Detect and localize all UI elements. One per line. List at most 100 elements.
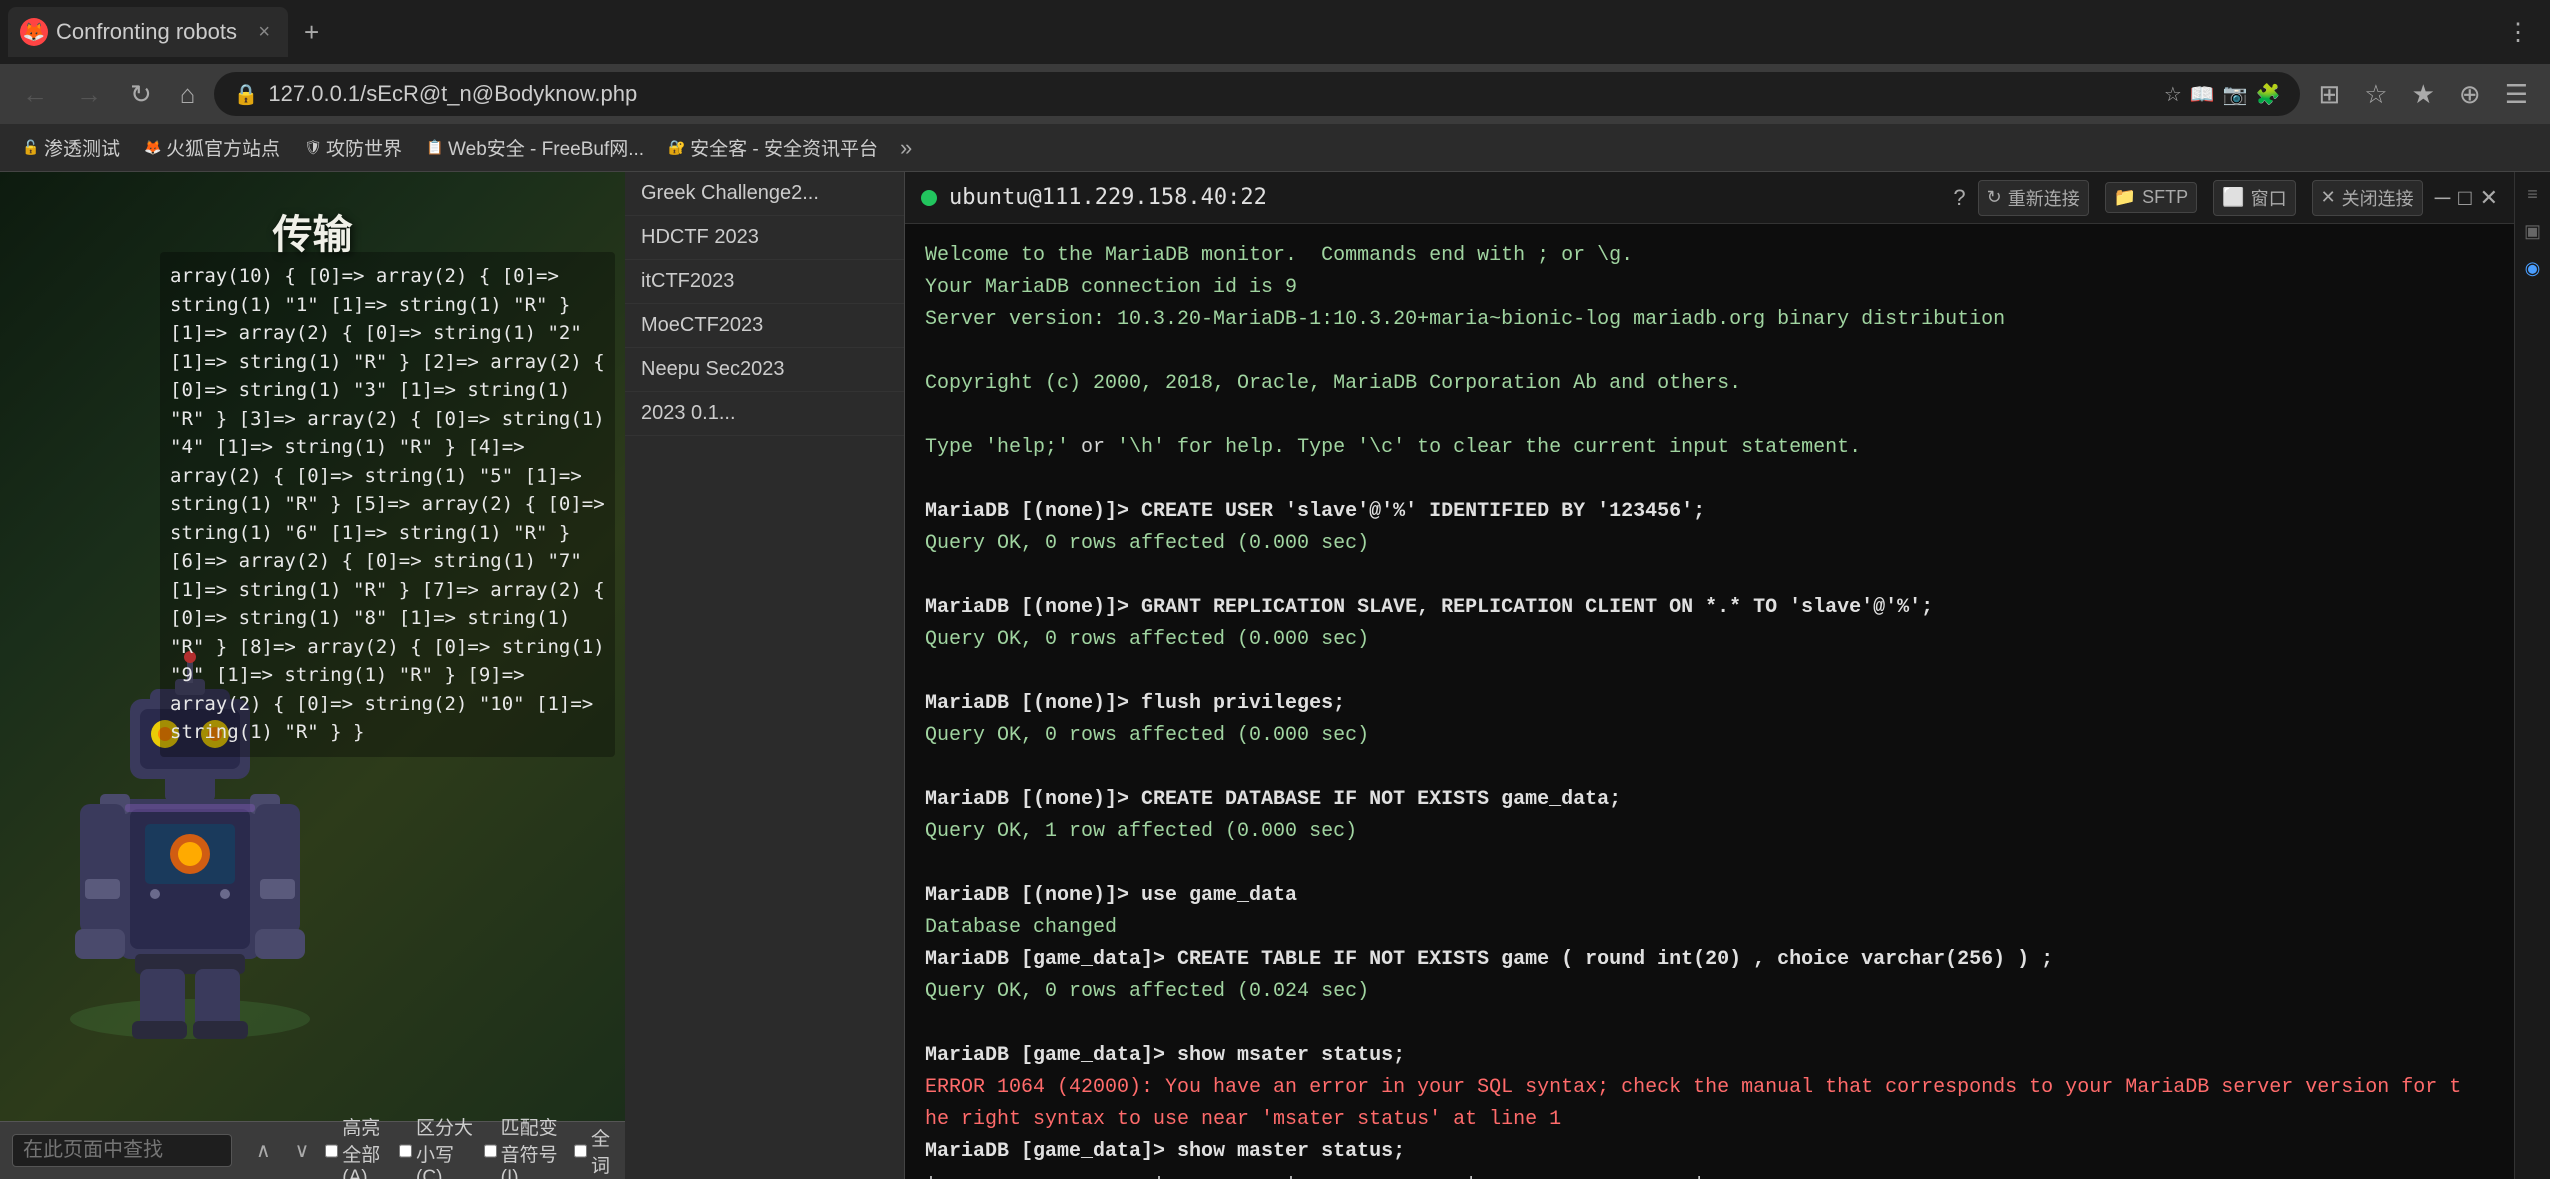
terminal-line: MariaDB [game_data]> show master status; <box>925 1136 2494 1168</box>
terminal-line <box>925 1008 2494 1040</box>
terminal-sftp-button[interactable]: 📁 SFTP <box>2105 182 2197 213</box>
terminal-line: Server version: 10.3.20-MariaDB-1:10.3.2… <box>925 304 2494 336</box>
forward-button[interactable]: → <box>66 73 112 116</box>
maximize-icon[interactable]: □ <box>2458 185 2471 211</box>
sidebar-bookmarks: Greek Challenge2... HDCTF 2023 itCTF2023… <box>625 172 905 1179</box>
nav-icon-3[interactable]: ★ <box>2402 73 2445 116</box>
address-bar[interactable]: 🔒 127.0.0.1/sEcR@t_n@Bodyknow.php ☆ 📖 📷 … <box>214 72 2301 116</box>
bookmark-favicon-5: 🔐 <box>668 139 686 157</box>
sidebar-item-moectf[interactable]: MoeCTF2023 <box>625 304 904 348</box>
nav-icon-4[interactable]: ⊕ <box>2449 73 2491 116</box>
terminal-line: ERROR 1064 (42000): You have an error in… <box>925 1072 2494 1104</box>
tab-bar: 🦊 Confronting robots × + ⋮ <box>0 0 2550 64</box>
terminal-help-icon[interactable]: ? <box>1953 185 1965 211</box>
find-next-button[interactable]: ∨ <box>287 1136 318 1165</box>
tab-menu-button[interactable]: ⋮ <box>2494 14 2542 51</box>
terminal-line <box>925 400 2494 432</box>
address-text: 127.0.0.1/sEcR@t_n@Bodyknow.php <box>268 81 2153 107</box>
bookmark-favicon-1: 🔓 <box>22 139 40 157</box>
far-right-btn-1[interactable]: ≡ <box>2523 180 2542 209</box>
terminal-line: Query OK, 0 rows affected (0.024 sec) <box>925 976 2494 1008</box>
terminal-line: MariaDB [(none)]> CREATE DATABASE IF NOT… <box>925 784 2494 816</box>
match-diacritic-checkbox[interactable] <box>484 1143 497 1159</box>
array-data-text: array(10) { [0]=> array(2) { [0]=> strin… <box>170 265 605 743</box>
sftp-icon: 📁 <box>2114 187 2136 208</box>
far-right-btn-3[interactable]: ◉ <box>2521 254 2545 283</box>
terminal-line: Query OK, 1 row affected (0.000 sec) <box>925 816 2494 848</box>
far-right-btn-2[interactable]: ▣ <box>2520 217 2545 246</box>
nav-right-icons: ⊞ ☆ ★ ⊕ ☰ <box>2308 73 2538 116</box>
sidebar-item-greek[interactable]: Greek Challenge2... <box>625 172 904 216</box>
terminal-line: Query OK, 0 rows affected (0.000 sec) <box>925 720 2494 752</box>
terminal-line: MariaDB [(none)]> CREATE USER 'slave'@'%… <box>925 496 2494 528</box>
bookmark-label-1: 渗透测试 <box>44 134 120 161</box>
reader-mode-icon[interactable]: 📖 <box>2190 82 2215 107</box>
terminal-reconnect-button[interactable]: ↻ 重新连接 <box>1978 180 2089 216</box>
highlight-all-checkbox[interactable] <box>325 1143 338 1159</box>
refresh-button[interactable]: ↻ <box>120 73 162 116</box>
whole-word-checkbox[interactable] <box>574 1143 587 1159</box>
bookmark-label-4: Web安全 - FreeBuf网... <box>448 134 644 161</box>
tab-favicon: 🦊 <box>20 18 48 46</box>
terminal-line <box>925 336 2494 368</box>
sidebar-item-2023[interactable]: 2023 0.1... <box>625 392 904 436</box>
bookmark-ctf[interactable]: 🛡 攻防世界 <box>294 130 412 165</box>
terminal-line: MariaDB [(none)]> flush privileges; <box>925 688 2494 720</box>
close-icon[interactable]: ✕ <box>2480 185 2498 211</box>
terminal-line <box>925 560 2494 592</box>
terminal-line: Welcome to the MariaDB monitor. Commands… <box>925 240 2494 272</box>
page-title: 传输 <box>273 212 353 257</box>
terminal-window-controls: ─ □ ✕ <box>2435 185 2498 211</box>
sidebar-item-hdctf[interactable]: HDCTF 2023 <box>625 216 904 260</box>
sidebar-item-neepu[interactable]: Neepu Sec2023 <box>625 348 904 392</box>
tab-title: Confronting robots <box>56 19 244 45</box>
main-content: 传输 array(10) { [0]=> array(2) { [0]=> st… <box>0 172 2550 1179</box>
back-button[interactable]: ← <box>12 73 58 116</box>
minimize-icon[interactable]: ─ <box>2435 185 2451 211</box>
far-right-sidebar: ≡ ▣ ◉ <box>2514 172 2550 1179</box>
bookmarks-bar: 🔓 渗透测试 🦊 火狐官方站点 🛡 攻防世界 📋 Web安全 - FreeBuf… <box>0 124 2550 172</box>
find-input[interactable] <box>12 1134 232 1167</box>
array-data-overlay: array(10) { [0]=> array(2) { [0]=> strin… <box>160 252 615 757</box>
highlight-all-label: 高亮全部(A) <box>342 1113 391 1179</box>
find-match-diacritic[interactable]: 匹配变音符号(I) <box>484 1113 566 1179</box>
match-case-checkbox[interactable] <box>399 1143 412 1159</box>
active-tab[interactable]: 🦊 Confronting robots × <box>8 7 288 57</box>
find-highlight-all[interactable]: 高亮全部(A) <box>325 1113 391 1179</box>
bookmark-favicon-2: 🦊 <box>144 139 162 157</box>
nav-icon-2[interactable]: ☆ <box>2354 73 2397 116</box>
terminal-action-icons: ↻ 重新连接 📁 SFTP ⬜ 窗口 ✕ 关闭连接 <box>1978 180 2423 216</box>
terminal-line: Your MariaDB connection id is 9 <box>925 272 2494 304</box>
terminal-close-session-button[interactable]: ✕ 关闭连接 <box>2312 180 2423 216</box>
bookmark-freebuf[interactable]: 📋 Web安全 - FreeBuf网... <box>416 130 654 165</box>
find-prev-button[interactable]: ∧ <box>248 1136 279 1165</box>
new-tab-button[interactable]: + <box>292 13 331 52</box>
terminal-host: ubuntu@111.229.158.40:22 <box>949 185 1941 210</box>
window-label: 窗口 <box>2251 185 2287 211</box>
bookmark-star-icon[interactable]: ☆ <box>2164 82 2182 107</box>
bookmark-firefox[interactable]: 🦊 火狐官方站点 <box>134 130 290 165</box>
match-diacritic-label: 匹配变音符号(I) <box>501 1113 566 1179</box>
tab-close-button[interactable]: × <box>252 19 276 46</box>
terminal-table-border-1: +------------------+----------+---------… <box>925 1168 2494 1179</box>
terminal-line: he right syntax to use near 'msater stat… <box>925 1104 2494 1136</box>
extension-icon[interactable]: 🧩 <box>2256 82 2281 107</box>
screenshot-icon[interactable]: 📷 <box>2223 82 2248 107</box>
bookmark-label-5: 安全客 - 安全资讯平台 <box>690 134 878 161</box>
find-match-case[interactable]: 区分大小写(C) <box>399 1113 476 1179</box>
terminal-content[interactable]: Welcome to the MariaDB monitor. Commands… <box>905 224 2514 1179</box>
terminal-window-button[interactable]: ⬜ 窗口 <box>2213 180 2295 216</box>
terminal-line <box>925 656 2494 688</box>
terminal-line <box>925 464 2494 496</box>
home-button[interactable]: ⌂ <box>170 73 206 116</box>
find-whole-word[interactable]: 全词 <box>574 1124 613 1178</box>
whole-word-label: 全词 <box>591 1124 613 1178</box>
hamburger-menu[interactable]: ☰ <box>2495 73 2538 116</box>
bookmark-anquanke[interactable]: 🔐 安全客 - 安全资讯平台 <box>658 130 888 165</box>
terminal-line: Query OK, 0 rows affected (0.000 sec) <box>925 624 2494 656</box>
nav-icon-1[interactable]: ⊞ <box>2308 73 2350 116</box>
window-icon: ⬜ <box>2222 187 2244 208</box>
bookmark-pentest[interactable]: 🔓 渗透测试 <box>12 130 130 165</box>
sidebar-item-itctf[interactable]: itCTF2023 <box>625 260 904 304</box>
bookmarks-overflow-button[interactable]: » <box>892 131 920 165</box>
